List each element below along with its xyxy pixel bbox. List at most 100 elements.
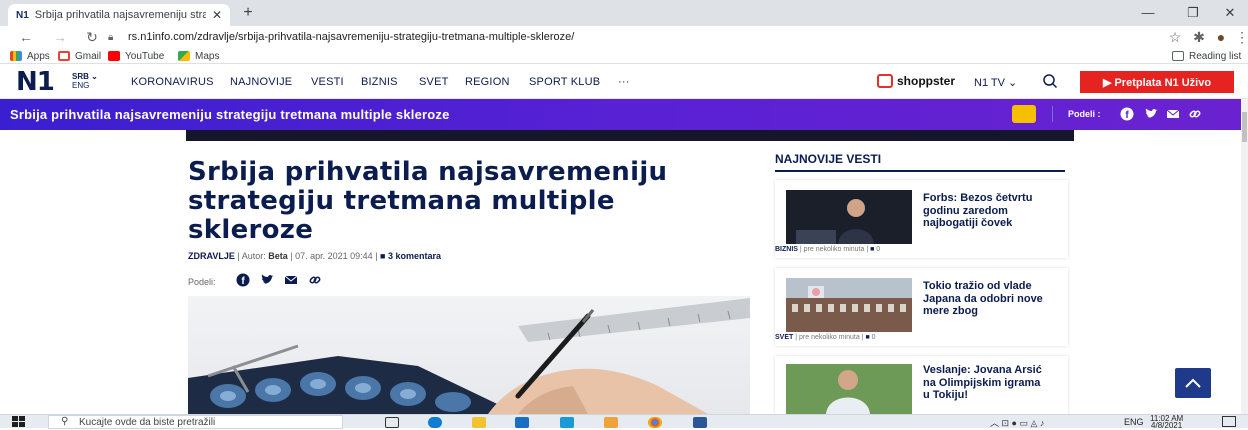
store-icon[interactable] <box>515 417 529 428</box>
new-tab-button[interactable]: + <box>238 4 258 22</box>
nav-koronavirus[interactable]: KORONAVIRUS <box>131 76 214 88</box>
n1-logo[interactable]: N1 <box>16 69 55 95</box>
facebook-icon[interactable]: f <box>236 273 250 287</box>
nav-svet[interactable]: SVET <box>419 76 449 88</box>
reading-list-button[interactable]: Reading list <box>1172 49 1241 63</box>
comment-icon: ■ <box>865 334 870 341</box>
divider <box>775 170 1065 172</box>
nav-more[interactable]: ··· <box>618 76 630 88</box>
email-icon[interactable] <box>1166 107 1180 121</box>
extensions-icon[interactable]: ✱ <box>1189 28 1209 46</box>
nav-vesti[interactable]: VESTI <box>311 76 344 88</box>
bookmark-maps[interactable]: Maps <box>178 49 219 63</box>
author-label: Autor: <box>241 251 266 261</box>
scrollbar-thumb[interactable] <box>1242 112 1247 142</box>
n1tv-dropdown[interactable]: N1 TV ⌄ <box>974 76 1017 89</box>
article-category[interactable]: ZDRAVLJE <box>188 251 235 261</box>
news-category[interactable]: SVET <box>775 334 793 341</box>
reading-list-label: Reading list <box>1189 50 1242 62</box>
browser-tab-strip: N1 Srbija prihvatila najsavremeniju stra… <box>0 0 1248 26</box>
taskbar-search-placeholder: Kucajte ovde da biste pretražili <box>79 416 216 428</box>
chrome-menu-icon[interactable]: ⋮ <box>1232 28 1248 46</box>
restore-icon[interactable]: ❐ <box>1178 4 1208 22</box>
news-title[interactable]: Veslanje: Jovana Arsić na Olimpijskim ig… <box>923 364 1049 402</box>
lock-icon: 🔒︎ <box>108 31 114 43</box>
search-icon[interactable] <box>1042 73 1058 89</box>
twitter-icon[interactable] <box>260 273 274 287</box>
news-card[interactable]: Veslanje: Jovana Arsić na Olimpijskim ig… <box>775 356 1068 414</box>
bookmark-gmail[interactable]: Gmail <box>58 49 101 63</box>
word-icon[interactable] <box>693 417 707 428</box>
bookmark-apps[interactable]: Apps <box>10 49 50 63</box>
chevron-up-icon <box>1185 378 1201 388</box>
file-explorer-icon[interactable] <box>472 417 486 428</box>
windows-start-icon[interactable] <box>12 416 26 428</box>
shoppster-label: shoppster <box>897 74 956 88</box>
app-icon[interactable] <box>560 417 574 428</box>
tab-close-icon[interactable]: ✕ <box>212 8 222 22</box>
maps-icon <box>178 51 190 61</box>
star-bookmark-icon[interactable]: ☆ <box>1165 28 1185 46</box>
bookmark-label: Apps <box>27 50 50 62</box>
news-meta: SVET | pre nekoliko minuta | ■ 0 <box>775 334 876 341</box>
page-scrollbar[interactable] <box>1241 99 1248 414</box>
news-title[interactable]: Forbs: Bezos četvrtu godinu zaredom najb… <box>923 192 1063 230</box>
reload-icon[interactable]: ↻ <box>82 28 102 46</box>
news-time: pre nekoliko minuta <box>799 334 860 341</box>
article-hero-image <box>188 296 750 414</box>
task-view-icon[interactable] <box>385 417 399 428</box>
profile-avatar-icon[interactable]: ● <box>1211 28 1231 46</box>
chrome-icon[interactable] <box>648 417 662 428</box>
facebook-icon[interactable]: f <box>1120 107 1134 121</box>
banner-strip <box>186 130 1074 141</box>
notifications-icon[interactable] <box>1222 416 1236 427</box>
article-author[interactable]: Beta <box>268 251 288 261</box>
close-window-icon[interactable]: ✕ <box>1215 4 1245 22</box>
news-comments: 0 <box>876 246 881 253</box>
system-tray-icons[interactable]: ︿ ⊡ ● ▭ ◬ ♪ <box>990 416 1044 429</box>
app-icon[interactable] <box>604 417 618 428</box>
n1-favicon-icon: N1 <box>16 9 29 21</box>
twitter-icon[interactable] <box>1144 107 1158 121</box>
bookmarks-bar: Apps Gmail YouTube Maps Reading list <box>0 48 1248 64</box>
comment-icon: ■ <box>380 251 386 261</box>
browser-tab[interactable]: N1 Srbija prihvatila najsavremeniju stra… <box>8 4 230 26</box>
language-switcher[interactable]: SRB ⌄ ENG <box>72 72 98 90</box>
shoppster-link[interactable]: shoppster <box>877 72 955 90</box>
email-icon[interactable] <box>284 273 298 287</box>
nav-region[interactable]: REGION <box>465 76 510 88</box>
lang-secondary: ENG <box>72 81 90 90</box>
news-category[interactable]: BIZNIS <box>775 246 798 253</box>
minimize-icon[interactable]: — <box>1133 4 1163 22</box>
article-meta: ZDRAVLJE | Autor: Beta | 07. apr. 2021 0… <box>188 251 442 261</box>
bookmark-label: Gmail <box>75 50 102 62</box>
divider <box>1052 106 1053 122</box>
scroll-to-top-button[interactable] <box>1175 368 1211 398</box>
lang-primary: SRB <box>72 72 89 81</box>
article-comments-link[interactable]: 3 komentara <box>388 251 441 261</box>
sidebar-heading: NAJNOVIJE VESTI <box>775 152 882 166</box>
link-icon[interactable] <box>1188 107 1202 121</box>
forward-arrow-icon[interactable]: → <box>50 28 70 46</box>
chevron-down-icon: ⌄ <box>91 72 98 81</box>
link-icon[interactable] <box>308 273 322 287</box>
nav-sport-klub[interactable]: SPORT KLUB <box>529 76 600 88</box>
news-comments: 0 <box>871 334 876 341</box>
news-card[interactable]: Forbs: Bezos četvrtu godinu zaredom najb… <box>775 180 1068 258</box>
news-title[interactable]: Tokio tražio od vlade Japana da odobri n… <box>923 280 1057 318</box>
share-label: Podeli : <box>1068 109 1101 119</box>
subscribe-live-button[interactable]: ▶ Pretplata N1 Uživo <box>1080 71 1234 93</box>
bookmark-label: Maps <box>195 50 220 62</box>
edge-icon[interactable] <box>428 417 442 428</box>
clock[interactable]: 11:02 AM 4/8/2021 <box>1150 415 1183 430</box>
comment-bubble-icon[interactable] <box>1012 105 1036 123</box>
input-language[interactable]: ENG <box>1124 417 1144 427</box>
address-bar[interactable]: 🔒︎ rs.n1info.com/zdravlje/srbija-prihvat… <box>108 28 1188 46</box>
back-arrow-icon[interactable]: ← <box>16 28 36 46</box>
nav-najnovije[interactable]: NAJNOVIJE <box>230 76 292 88</box>
news-card[interactable]: Tokio tražio od vlade Japana da odobri n… <box>775 268 1068 346</box>
nav-biznis[interactable]: BIZNIS <box>361 76 398 88</box>
taskbar-search-input[interactable]: ⚲ Kucajte ovde da biste pretražili <box>48 415 343 429</box>
bookmark-youtube[interactable]: YouTube <box>108 49 164 63</box>
comment-icon: ■ <box>870 246 875 253</box>
